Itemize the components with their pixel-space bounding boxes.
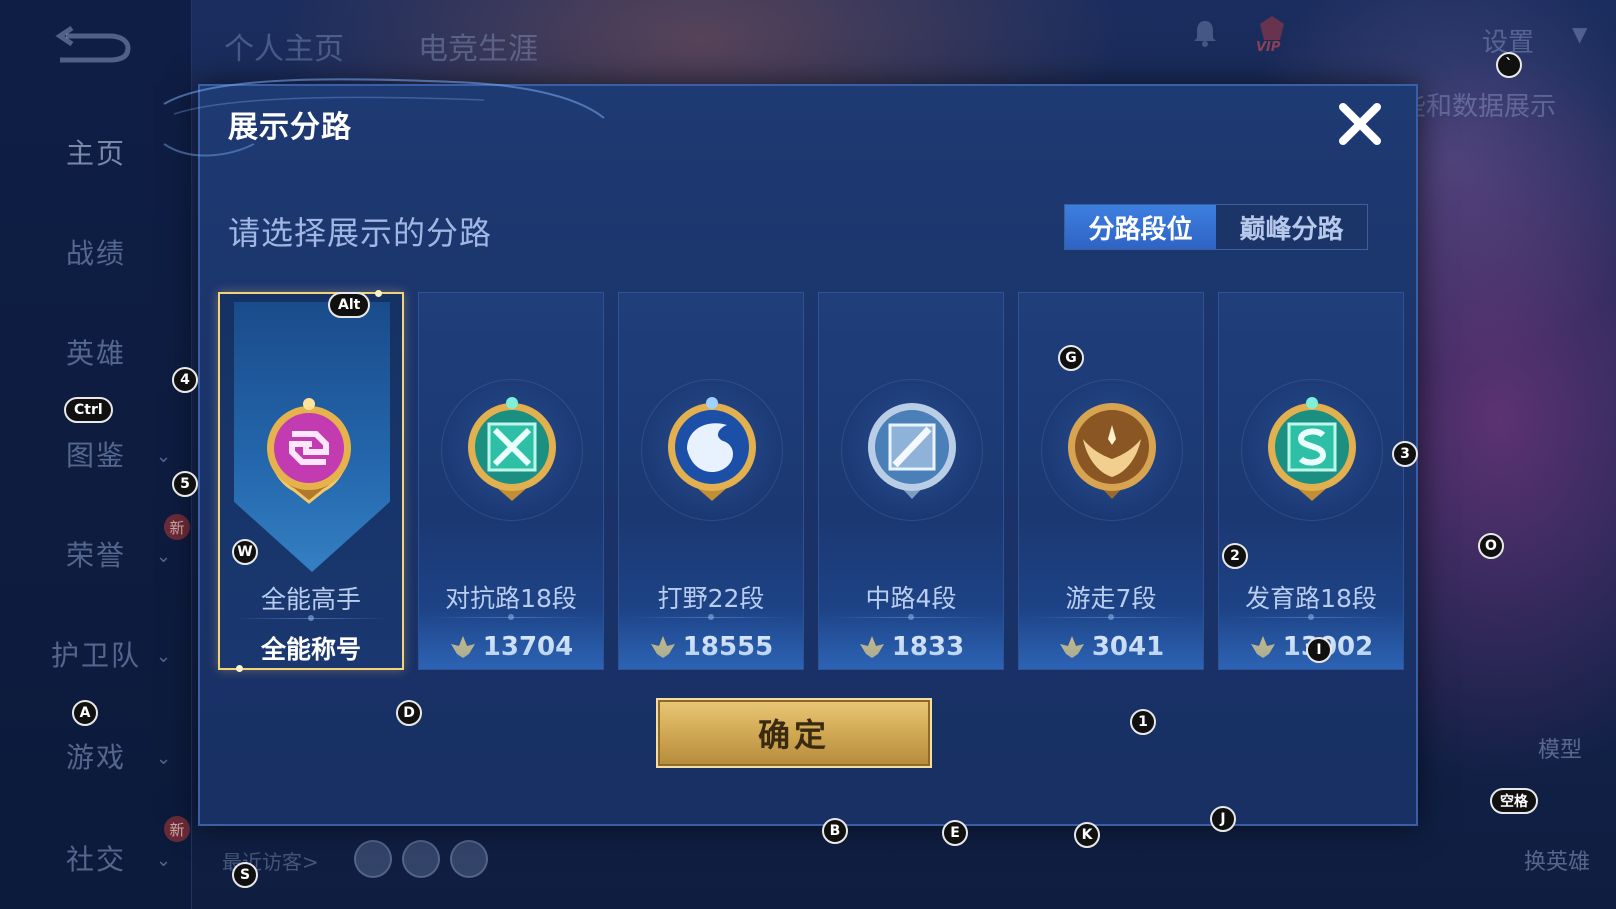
lane-card-clash[interactable]: 对抗路18段 13704 xyxy=(418,292,604,670)
all-round-emblem-icon xyxy=(254,390,364,510)
back-arrow-icon[interactable] xyxy=(52,25,134,66)
settings-chevron-icon[interactable]: ▼ xyxy=(1572,22,1587,46)
tab-personal-home[interactable]: 个人主页 xyxy=(224,24,344,68)
visitor-avatar[interactable] xyxy=(402,840,440,878)
new-badge: 新 xyxy=(164,816,190,842)
divider-dot xyxy=(308,615,314,621)
roam-emblem-icon xyxy=(1057,389,1167,509)
chevron-down-icon: ⌄ xyxy=(156,646,172,667)
switch-hero-button[interactable]: 换英雄 xyxy=(1524,844,1590,876)
hotkey-hint: 2 xyxy=(1222,543,1248,569)
visitor-avatar[interactable] xyxy=(354,840,392,878)
corner-dot xyxy=(236,665,243,672)
hotkey-hint: S xyxy=(232,862,258,888)
lane-card-list: 全能高手 全能称号 对抗路18段 打野22段 中路4段 游走7段 发育路18段 xyxy=(218,290,1408,672)
chevron-down-icon: ⌄ xyxy=(156,446,172,467)
hotkey-hint: J xyxy=(1210,806,1236,832)
tab-peak-lane[interactable]: 巅峰分路 xyxy=(1216,205,1367,249)
hotkey-hint: O xyxy=(1478,533,1504,559)
sidebar-item-heroes[interactable]: 英雄 xyxy=(0,322,192,382)
close-button[interactable] xyxy=(1332,96,1388,152)
hotkey-hint: E xyxy=(942,820,968,846)
clash-lane-emblem-icon xyxy=(457,389,567,509)
lane-card-jungle[interactable]: 打野22段 18555 xyxy=(618,292,804,670)
lane-card-mid[interactable]: 中路4段 1833 xyxy=(818,292,1004,670)
hotkey-hint: A xyxy=(72,700,98,726)
card-glow xyxy=(619,609,803,669)
hotkey-hint: 3 xyxy=(1392,441,1418,467)
lane-name: 全能高手 xyxy=(260,585,361,614)
mid-lane-emblem-icon xyxy=(857,389,967,509)
chevron-down-icon: ⌄ xyxy=(156,546,172,567)
hotkey-hint: 空格 xyxy=(1490,788,1538,814)
hotkey-hint: Alt xyxy=(328,292,371,318)
title-swirl-decoration xyxy=(163,78,605,157)
new-badge: 新 xyxy=(164,514,190,540)
behind-dialog-text: 些和数据展示 xyxy=(1400,92,1557,122)
tab-lane-rank[interactable]: 分路段位 xyxy=(1065,205,1216,249)
hotkey-hint: K xyxy=(1074,822,1100,848)
tab-esports-career[interactable]: 电竞生涯 xyxy=(418,24,538,68)
hotkey-hint: B xyxy=(822,818,848,844)
vip-label: VIP xyxy=(1256,40,1281,55)
sidebar-item-record[interactable]: 战绩 xyxy=(0,222,192,282)
card-glow xyxy=(819,609,1003,669)
chevron-down-icon: ⌄ xyxy=(156,850,172,871)
hotkey-hint: D xyxy=(396,700,422,726)
jungle-emblem-icon xyxy=(657,389,767,509)
chevron-down-icon: ⌄ xyxy=(156,748,172,769)
hotkey-hint: ` xyxy=(1496,52,1522,78)
hotkey-hint: W xyxy=(232,539,258,565)
confirm-button[interactable]: 确定 xyxy=(656,698,932,768)
hotkey-hint: I xyxy=(1306,637,1332,663)
hotkey-hint: 5 xyxy=(172,471,198,497)
vip-badge[interactable]: VIP xyxy=(1252,14,1292,58)
show-lane-dialog: 展示分路 请选择展示的分路 分路段位 巅峰分路 全能高手 全能称号 对抗路18段… xyxy=(163,78,1418,826)
hotkey-hint: 1 xyxy=(1130,709,1156,735)
hotkey-hint: 4 xyxy=(172,367,198,393)
corner-dot xyxy=(375,290,382,297)
lane-card-farm[interactable]: 发育路18段 13002 xyxy=(1218,292,1404,670)
model-button[interactable]: 模型 xyxy=(1538,732,1582,764)
notification-bell-icon[interactable] xyxy=(1190,18,1220,48)
dialog-title: 展示分路 xyxy=(228,110,352,145)
lane-type-toggle: 分路段位 巅峰分路 xyxy=(1064,204,1368,250)
lane-card-roam[interactable]: 游走7段 3041 xyxy=(1018,292,1204,670)
dialog-subtitle: 请选择展示的分路 xyxy=(228,214,493,252)
card-glow xyxy=(1019,609,1203,669)
all-round-title: 全能称号 xyxy=(260,635,361,664)
lane-card-all-round[interactable]: 全能高手 全能称号 xyxy=(218,290,404,672)
visitor-avatar[interactable] xyxy=(450,840,488,878)
card-glow xyxy=(419,609,603,669)
farm-lane-emblem-icon xyxy=(1257,389,1367,509)
hotkey-hint: Ctrl xyxy=(64,397,113,423)
hotkey-hint: G xyxy=(1058,345,1084,371)
close-icon xyxy=(1339,103,1381,145)
